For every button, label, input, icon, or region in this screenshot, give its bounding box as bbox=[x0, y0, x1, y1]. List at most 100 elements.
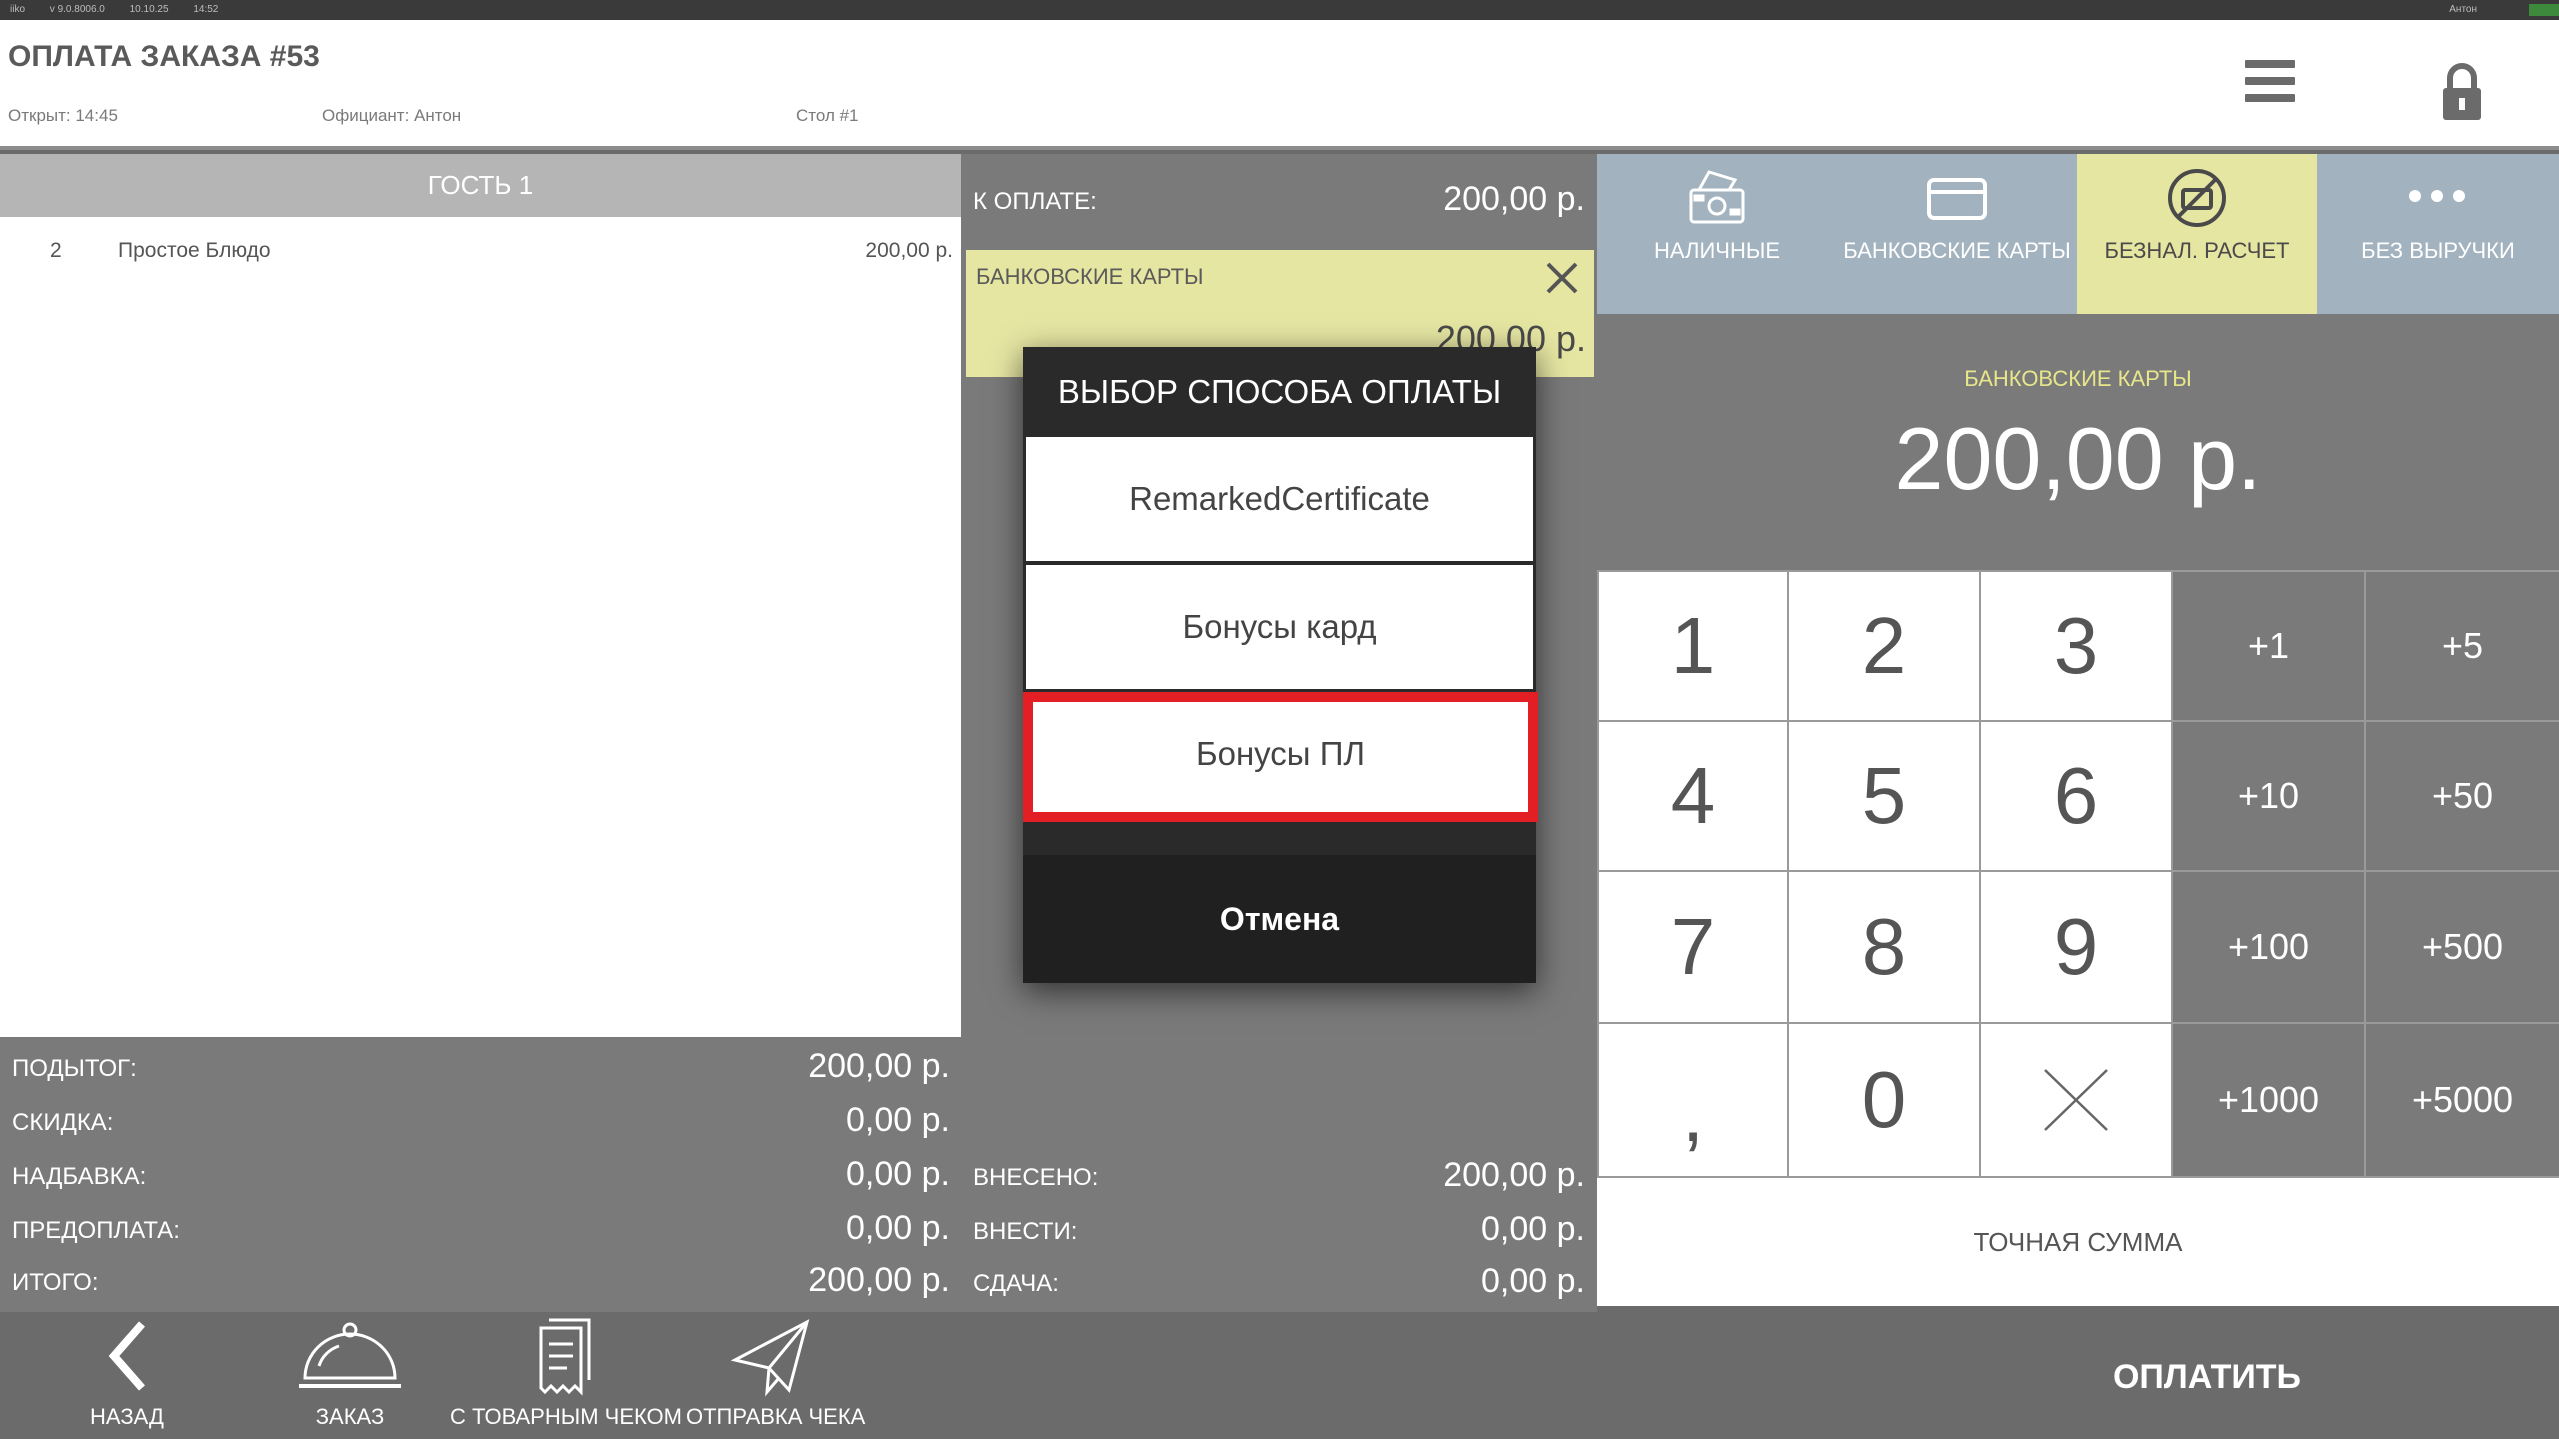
opened-time: Открыт: 14:45 bbox=[8, 106, 118, 125]
header: ОПЛАТА ЗАКАЗА #53 Открыт: 14:45 Официант… bbox=[0, 20, 2559, 150]
dialog-title: ВЫБОР СПОСОБА ОПЛАТЫ bbox=[1057, 373, 1502, 410]
key-plus-50[interactable]: +50 bbox=[2366, 722, 2559, 870]
back-button-label: НАЗАД bbox=[90, 1404, 164, 1429]
status-user: Антон bbox=[2449, 4, 2477, 15]
discount-row: СКИДКА: 0,00 р. bbox=[12, 1101, 950, 1141]
cancel-button[interactable]: Отмена bbox=[1023, 855, 1536, 983]
list-item[interactable]: 2 Простое Блюдо 200,00 р. bbox=[0, 239, 961, 279]
cloche-icon bbox=[299, 1322, 401, 1388]
subtotal-value: 200,00 р. bbox=[808, 1047, 950, 1085]
back-button[interactable]: НАЗАД bbox=[60, 1312, 194, 1439]
send-plane-icon bbox=[731, 1319, 810, 1397]
system-status-bar: iiko v 9.0.8006.0 10.10.25 14:52 Антон bbox=[0, 0, 2559, 20]
close-icon[interactable] bbox=[1544, 260, 1580, 296]
surcharge-row: НАДБАВКА: 0,00 р. bbox=[12, 1155, 950, 1195]
key-2[interactable]: 2 bbox=[1789, 572, 1979, 720]
payment-entry-label: БАНКОВСКИЕ КАРТЫ bbox=[976, 264, 1204, 289]
connection-indicator bbox=[2529, 4, 2559, 16]
key-5[interactable]: 5 bbox=[1789, 722, 1979, 870]
subtotal-label: ПОДЫТОГ: bbox=[12, 1055, 137, 1082]
tab-cash[interactable]: НАЛИЧНЫЕ bbox=[1597, 154, 1837, 314]
app-name: iiko bbox=[10, 4, 26, 15]
total-label: ИТОГО: bbox=[12, 1269, 99, 1296]
tab-bank-cards[interactable]: БАНКОВСКИЕ КАРТЫ bbox=[1837, 154, 2077, 314]
surcharge-value: 0,00 р. bbox=[846, 1155, 950, 1193]
paid-row: ВНЕСЕНО: 200,00 р. bbox=[973, 1154, 1585, 1200]
with-receipt-button[interactable]: С ТОВАРНЫМ ЧЕКОМ bbox=[450, 1312, 682, 1439]
guest-header[interactable]: ГОСТЬ 1 bbox=[0, 154, 961, 217]
back-chevron-icon bbox=[108, 1321, 146, 1391]
paid-label: ВНЕСЕНО: bbox=[973, 1164, 1099, 1191]
order-list: 2 Простое Блюдо 200,00 р. bbox=[0, 217, 961, 1037]
clear-x-icon bbox=[2044, 1069, 2108, 1131]
item-name: Простое Блюдо bbox=[118, 239, 271, 262]
key-7[interactable]: 7 bbox=[1599, 872, 1787, 1022]
more-dots-icon bbox=[2405, 166, 2469, 230]
tab-non-cash-label: БЕЗНАЛ. РАСЧЕТ bbox=[2104, 238, 2290, 263]
amount-display-label: БАНКОВСКИЕ КАРТЫ bbox=[1964, 366, 2192, 391]
key-plus-5000[interactable]: +5000 bbox=[2366, 1024, 2559, 1176]
key-plus-1000[interactable]: +1000 bbox=[2173, 1024, 2364, 1176]
discount-value: 0,00 р. bbox=[846, 1101, 950, 1139]
prepayment-value: 0,00 р. bbox=[846, 1209, 950, 1247]
item-price: 200,00 р. bbox=[865, 239, 953, 262]
key-1[interactable]: 1 bbox=[1599, 572, 1787, 720]
key-3[interactable]: 3 bbox=[1981, 572, 2171, 720]
app-version: v 9.0.8006.0 bbox=[49, 4, 105, 15]
change-row: СДАЧА: 0,00 р. bbox=[973, 1260, 1585, 1306]
to-pay-value: 0,00 р. bbox=[1481, 1210, 1585, 1248]
total-row: ИТОГО: 200,00 р. bbox=[12, 1261, 950, 1301]
key-4[interactable]: 4 bbox=[1599, 722, 1787, 870]
payment-option-bonus-card[interactable]: Бонусы кард bbox=[1026, 565, 1533, 689]
change-value: 0,00 р. bbox=[1481, 1262, 1585, 1300]
amount-due-label: К ОПЛАТЕ: bbox=[973, 188, 1097, 215]
exact-sum-button[interactable]: ТОЧНАЯ СУММА bbox=[1597, 1178, 2559, 1306]
status-time: 14:52 bbox=[193, 4, 219, 15]
tab-cash-label: НАЛИЧНЫЕ bbox=[1654, 238, 1780, 263]
key-plus-10[interactable]: +10 bbox=[2173, 722, 2364, 870]
key-plus-100[interactable]: +100 bbox=[2173, 872, 2364, 1022]
page-title: ОПЛАТА ЗАКАЗА #53 bbox=[8, 40, 320, 73]
payment-option-remarked-certificate[interactable]: RemarkedCertificate bbox=[1026, 437, 1533, 561]
menu-icon[interactable] bbox=[2245, 60, 2295, 106]
surcharge-label: НАДБАВКА: bbox=[12, 1163, 147, 1190]
key-0[interactable]: 0 bbox=[1789, 1024, 1979, 1176]
with-receipt-label: С ТОВАРНЫМ ЧЕКОМ bbox=[450, 1404, 682, 1429]
payment-option-bonus-pl[interactable]: Бонусы ПЛ bbox=[1023, 692, 1538, 822]
prepayment-row: ПРЕДОПЛАТА: 0,00 р. bbox=[12, 1209, 950, 1249]
lock-icon[interactable] bbox=[2440, 60, 2484, 124]
change-label: СДАЧА: bbox=[973, 1270, 1059, 1297]
key-plus-500[interactable]: +500 bbox=[2366, 872, 2559, 1022]
prepayment-label: ПРЕДОПЛАТА: bbox=[12, 1217, 180, 1244]
key-9[interactable]: 9 bbox=[1981, 872, 2171, 1022]
tab-no-revenue-label: БЕЗ ВЫРУЧКИ bbox=[2361, 238, 2515, 263]
credit-card-icon bbox=[1925, 166, 1989, 230]
waiter-name: Официант: Антон bbox=[322, 106, 462, 125]
cash-register-icon bbox=[1685, 166, 1749, 230]
send-receipt-label: ОТПРАВКА ЧЕКА bbox=[686, 1404, 866, 1429]
order-button-label: ЗАКАЗ bbox=[315, 1404, 385, 1429]
numeric-keypad: 1 2 3 +1 +5 4 5 6 +10 +50 7 8 9 +100 +50… bbox=[1597, 570, 2559, 1178]
discount-label: СКИДКА: bbox=[12, 1109, 114, 1136]
key-plus-5[interactable]: +5 bbox=[2366, 572, 2559, 720]
order-button[interactable]: ЗАКАЗ bbox=[280, 1312, 420, 1439]
amount-due-row: К ОПЛАТЕ: 200,00 р. bbox=[973, 176, 1585, 226]
tab-bank-cards-label: БАНКОВСКИЕ КАРТЫ bbox=[1843, 238, 2071, 263]
key-plus-1[interactable]: +1 bbox=[2173, 572, 2364, 720]
paid-value: 200,00 р. bbox=[1443, 1156, 1585, 1194]
to-pay-label: ВНЕСТИ: bbox=[973, 1218, 1078, 1245]
payment-type-tabs: НАЛИЧНЫЕ БАНКОВСКИЕ КАРТЫ БЕЗНАЛ. РАСЧЕТ bbox=[1597, 154, 2559, 314]
pay-button[interactable]: ОПЛАТИТЬ bbox=[2030, 1312, 2384, 1439]
key-clear[interactable] bbox=[1981, 1024, 2171, 1176]
item-quantity: 2 bbox=[50, 239, 62, 262]
amount-display-value: 200,00 р. bbox=[1894, 409, 2262, 508]
amount-due-value: 200,00 р. bbox=[1443, 180, 1585, 218]
tab-non-cash[interactable]: БЕЗНАЛ. РАСЧЕТ bbox=[2077, 154, 2317, 314]
to-pay-row: ВНЕСТИ: 0,00 р. bbox=[973, 1208, 1585, 1254]
key-comma[interactable]: , bbox=[1599, 1024, 1787, 1176]
key-8[interactable]: 8 bbox=[1789, 872, 1979, 1022]
subtotal-row: ПОДЫТОГ: 200,00 р. bbox=[12, 1047, 950, 1087]
key-6[interactable]: 6 bbox=[1981, 722, 2171, 870]
send-receipt-button[interactable]: ОТПРАВКА ЧЕКА bbox=[686, 1312, 866, 1439]
tab-no-revenue[interactable]: БЕЗ ВЫРУЧКИ bbox=[2317, 154, 2559, 314]
